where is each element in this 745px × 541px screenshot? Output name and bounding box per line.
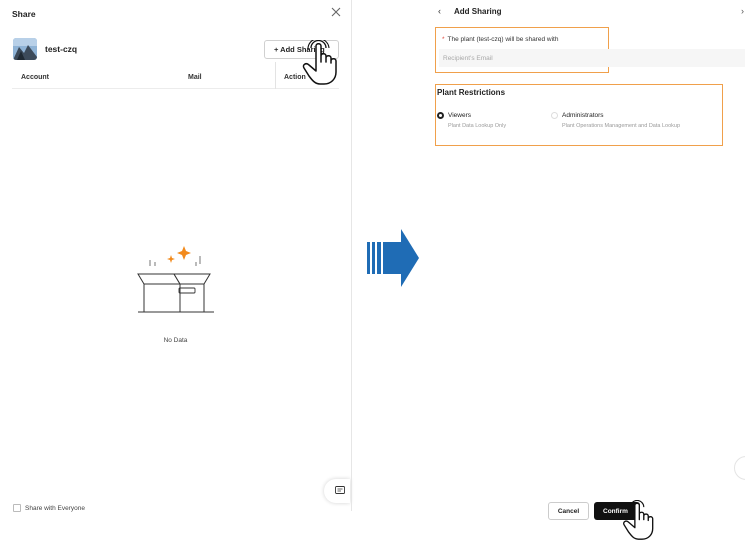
- viewers-description: Plant Data Lookup Only: [448, 123, 507, 129]
- add-sharing-title: Add Sharing: [454, 7, 502, 16]
- hand-pointer-icon: [623, 500, 654, 540]
- message-icon: [335, 486, 345, 494]
- viewers-radio[interactable]: [437, 112, 444, 119]
- share-everyone-checkbox[interactable]: [13, 504, 21, 512]
- cancel-button[interactable]: Cancel: [548, 502, 589, 520]
- share-panel: Share test-czq + Add Sharing Account Mai…: [0, 0, 351, 541]
- shared-with-label: * The plant (test-czq) will be shared wit…: [442, 36, 559, 43]
- plant-avatar: [13, 38, 37, 60]
- back-icon[interactable]: ‹: [438, 6, 441, 16]
- recipient-email-input[interactable]: [439, 49, 745, 67]
- plant-name: test-czq: [45, 44, 78, 54]
- share-everyone-label: Share with Everyone: [25, 504, 85, 512]
- transition-arrow-icon: [367, 229, 419, 287]
- close-icon[interactable]: [329, 5, 343, 19]
- side-floating-button[interactable]: [734, 456, 745, 480]
- empty-box-icon: [137, 246, 214, 313]
- plant-restrictions-title: Plant Restrictions: [437, 88, 506, 97]
- required-mark: *: [442, 36, 445, 43]
- column-header-mail: Mail: [188, 74, 202, 81]
- panel-divider: [351, 0, 352, 511]
- add-sharing-panel: ‹ Add Sharing › * The plant (test-czq) wi…: [430, 0, 745, 541]
- share-with-everyone[interactable]: Share with Everyone: [13, 504, 85, 512]
- share-table-header: Account Mail Action: [12, 62, 339, 89]
- viewers-label[interactable]: Viewers: [448, 112, 471, 119]
- empty-state-text: No Data: [163, 337, 188, 344]
- hand-pointer-icon: [302, 40, 337, 85]
- floating-action-button[interactable]: [324, 479, 350, 503]
- administrators-label[interactable]: Administrators: [562, 112, 604, 119]
- column-divider: [275, 62, 276, 89]
- share-title: Share: [12, 9, 36, 19]
- administrators-description: Plant Operations Management and Data Loo…: [562, 123, 681, 129]
- column-header-account: Account: [21, 74, 49, 81]
- administrators-radio[interactable]: [551, 112, 558, 119]
- chevron-right-icon[interactable]: ›: [741, 6, 744, 16]
